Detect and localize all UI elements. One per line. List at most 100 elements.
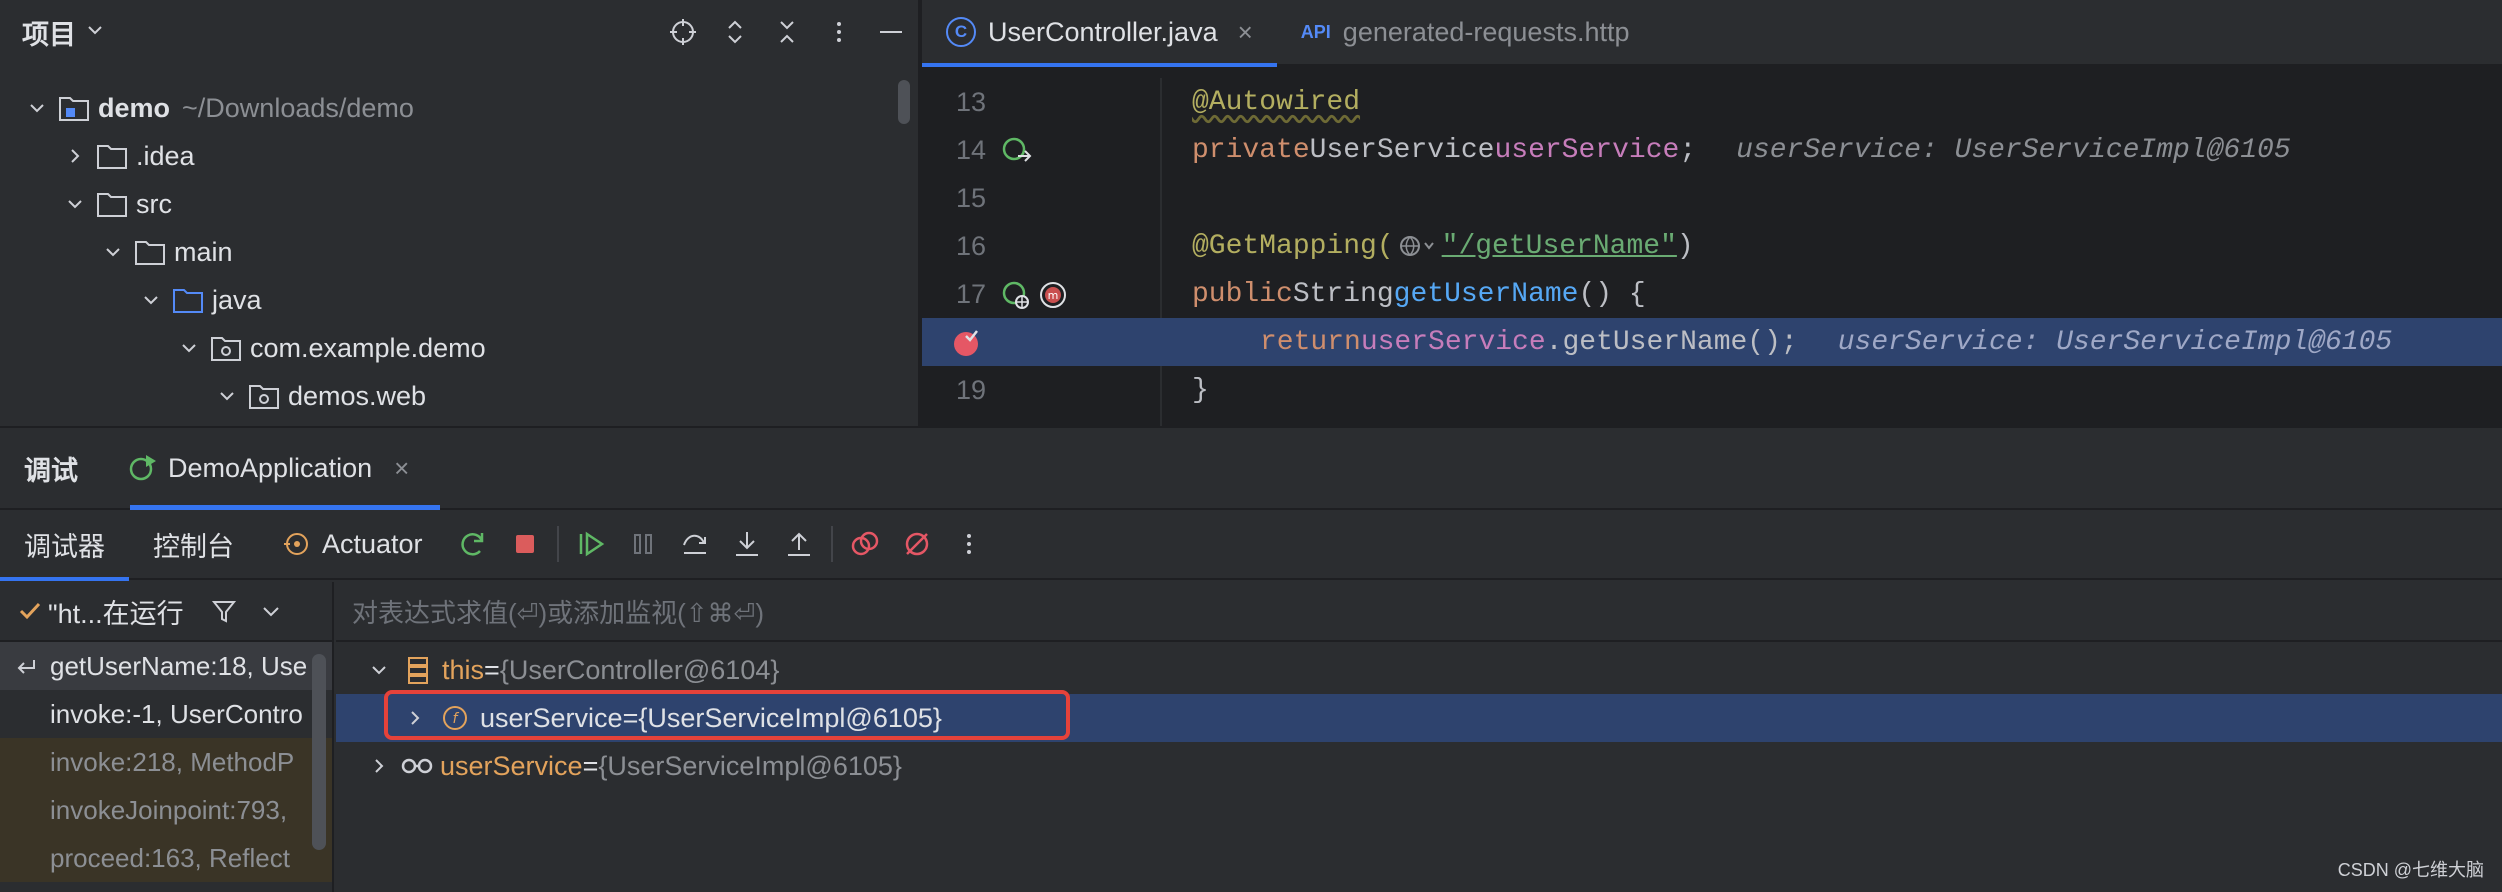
code-token: @GetMapping( [1192,230,1394,262]
step-over-icon[interactable] [669,518,721,570]
line-number: 15 [955,182,986,213]
collapsed-arrow-icon[interactable] [62,146,88,166]
step-into-icon[interactable] [721,518,773,570]
more-options-icon[interactable] [943,518,995,570]
tab-actuator[interactable]: Actuator [258,509,447,579]
line-number: 19 [955,374,986,405]
stop-icon[interactable] [499,518,551,570]
filter-icon[interactable] [210,597,238,625]
mapping-icon[interactable]: m [1036,278,1070,312]
code-token: ) [1676,230,1694,262]
expand-all-icon[interactable] [718,12,752,52]
frame-item[interactable]: invoke:218, MethodP [0,738,332,786]
close-icon[interactable]: × [394,453,409,484]
editor-tabbar: C UserController.java × API generated-re… [922,0,2502,67]
variable-row-userservice-watch[interactable]: userService = {UserServiceImpl@6105} [336,742,2502,790]
current-line-gutter [922,318,1122,366]
thread-selector[interactable]: "ht...在运行 [0,582,332,642]
pause-icon[interactable] [617,518,669,570]
debug-header: 调试 DemoApplication × [0,428,2502,510]
debug-toolbar: 调试器 控制台 Actuator [0,509,2502,581]
expand-arrow-icon[interactable] [62,194,88,214]
code-token: UserService [1309,134,1495,166]
code-token: ; [1679,134,1697,166]
expand-arrow-icon[interactable] [138,290,164,310]
chevron-down-icon[interactable] [86,19,104,45]
tab-generated-requests[interactable]: API generated-requests.http [1277,0,1654,65]
line-number: 17 [955,278,986,309]
minimize-icon[interactable] [874,12,908,52]
editor-gutter[interactable]: 13 14 15 16 17 m 19 [922,78,1122,414]
tree-path: ~/Downloads/demo [182,92,414,123]
class-icon: C [946,17,976,47]
spring-run-icon [129,455,156,481]
expand-arrow-icon[interactable] [364,660,394,680]
source-folder-icon [172,286,204,314]
chevron-down-icon[interactable] [260,600,282,622]
frame-label: invokeJoinpoint:793, [50,794,288,825]
tree-item-demo[interactable]: demo ~/Downloads/demo [0,84,900,132]
globe-icon[interactable] [1398,233,1438,259]
watermark: CSDN @七维大脑 [2337,860,2484,880]
more-options-icon[interactable] [822,12,856,52]
tree-item-main[interactable]: main [0,228,900,276]
project-title[interactable]: 项目 [22,13,76,52]
frames-scrollbar[interactable] [312,654,326,850]
tree-item-idea[interactable]: .idea [0,132,900,180]
return-icon [17,660,35,674]
tree-item-java[interactable]: java [0,276,900,324]
collapsed-arrow-icon[interactable] [364,756,394,776]
code-area[interactable]: @Autowired private UserService userServi… [1122,78,2502,414]
tab-label: generated-requests.http [1342,16,1630,47]
variable-equals: = [582,750,599,781]
line-number: 13 [955,86,986,117]
locate-icon[interactable] [666,12,700,52]
close-icon[interactable]: × [1238,17,1253,48]
tree-item-demos-web[interactable]: demos.web [0,372,900,420]
tree-item-package[interactable]: com.example.demo [0,324,900,372]
frame-label: getUserName:18, Use [50,650,308,681]
watch-glasses-icon [401,758,433,774]
tab-usercontroller[interactable]: C UserController.java × [922,0,1277,67]
tree-label: .idea [136,140,195,171]
frame-item[interactable]: invokeJoinpoint:793, [0,786,332,834]
tab-demoapplication[interactable]: DemoApplication × [102,427,433,509]
evaluate-expression-input[interactable]: 对表达式求值(⏎)或添加监视(⇧⌘⏎) [336,582,2502,642]
module-folder-icon [58,94,90,122]
collapse-all-icon[interactable] [770,12,804,52]
code-token: @Autowired [1192,86,1361,118]
breakpoint-icon[interactable] [950,326,984,360]
expand-arrow-icon[interactable] [100,242,126,262]
view-breakpoints-icon[interactable] [839,518,891,570]
inline-debug-value: userService: UserServiceImpl@6105 [1837,326,2393,358]
stack-icon [408,657,428,684]
expand-arrow-icon[interactable] [176,338,202,358]
expand-arrow-icon[interactable] [214,386,240,406]
step-out-icon[interactable] [773,518,825,570]
mute-breakpoints-icon[interactable] [891,518,943,570]
tab-debugger[interactable]: 调试器 [0,509,129,581]
highlight-annotation-box [384,690,1070,740]
tree-label: java [212,284,262,315]
frame-item[interactable]: proceed:163, Reflect [0,834,332,882]
code-token: userService [1494,134,1680,166]
variable-row-this[interactable]: this = {UserController@6104} [336,646,2502,694]
tab-console[interactable]: 控制台 [129,509,258,579]
actuator-icon [284,533,308,555]
tree-label: main [174,236,233,267]
frame-item[interactable]: invoke:-1, UserContro [0,690,332,738]
variable-value: {UserController@6104} [499,654,780,685]
bean-navigation-icon[interactable] [1000,134,1034,168]
expand-arrow-icon[interactable] [24,98,50,118]
code-token: return [1260,326,1361,358]
resume-icon[interactable] [565,518,617,570]
frame-item[interactable]: getUserName:18, Use [0,642,332,690]
package-icon [248,382,280,410]
endpoint-icon[interactable] [1000,278,1034,312]
tab-label: Actuator [322,528,423,559]
tree-label: demo [98,92,171,123]
line-number: 16 [955,230,986,261]
check-icon [19,602,41,620]
rerun-icon[interactable] [447,518,499,570]
tree-item-src[interactable]: src [0,180,900,228]
